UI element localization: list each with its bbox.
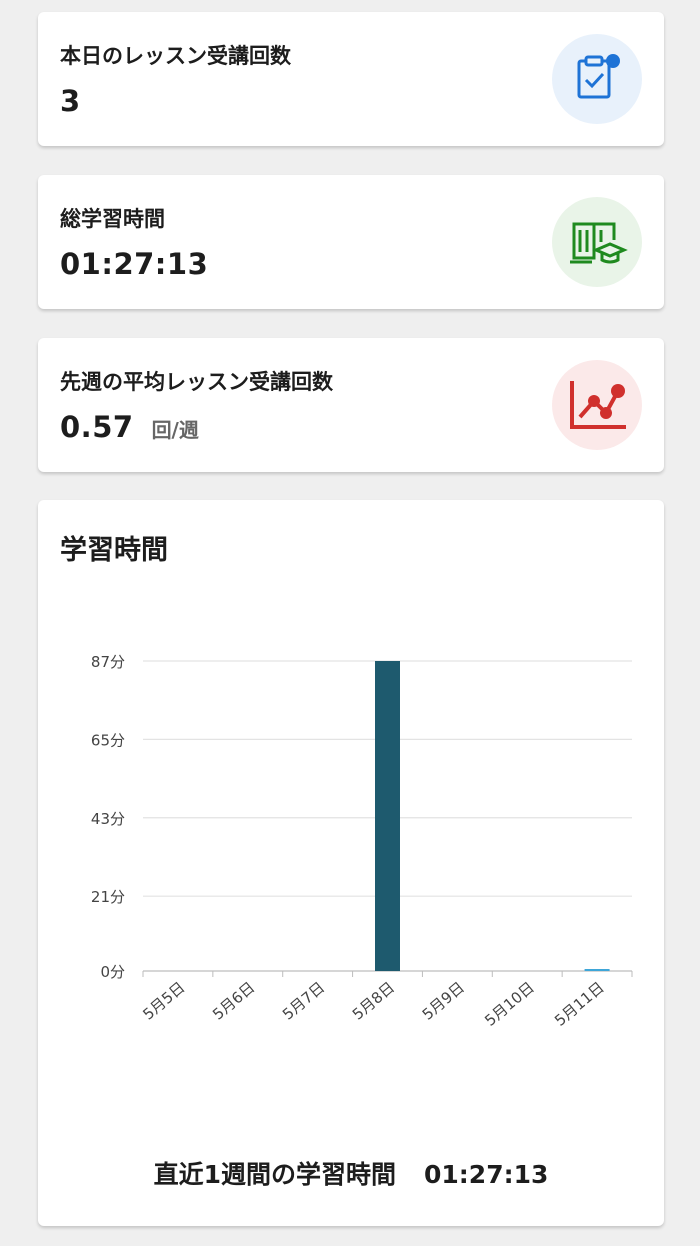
x-tick-label: 5月6日 [209,978,258,1023]
stat-value: 0.57 回/週 [60,410,199,444]
y-tick-label: 87分 [91,653,125,671]
x-tick-label: 5月10日 [481,978,537,1029]
book-graduation-icon [552,197,642,287]
stat-card-total-study-time: 総学習時間 01:27:13 [38,175,664,309]
bar [375,661,400,971]
x-tick-label: 5月9日 [419,978,468,1023]
bar [584,969,610,971]
y-tick-label: 0分 [100,963,125,981]
stat-card-lessons-today: 本日のレッスン受講回数 3 [38,12,664,146]
stat-value: 01:27:13 [60,247,209,281]
y-tick-label: 65分 [91,731,125,749]
x-tick-label: 5月8日 [349,978,398,1023]
stat-title: 総学習時間 [60,207,165,231]
footer-label: 直近1週間の学習時間 [153,1160,397,1189]
x-tick-label: 5月11日 [551,978,607,1029]
y-tick-label: 43分 [91,810,125,828]
line-chart-icon [552,360,642,450]
study-time-chart-card: 学習時間 0分 21分 43分 65分 87分 5月5日 5月6日 5月7日 5月8日 5月9日 5… [38,500,664,1226]
stat-title: 本日のレッスン受講回数 [60,44,291,68]
stat-value: 3 [60,84,81,118]
footer-value: 01:27:13 [424,1160,549,1189]
clipboard-check-icon [552,34,642,124]
x-tick-label: 5月5日 [139,978,188,1023]
y-tick-label: 21分 [91,888,125,906]
x-tick-label: 5月7日 [279,978,328,1023]
study-time-bar-chart: 0分 21分 43分 65分 87分 5月5日 5月6日 5月7日 5月8日 5月9日 5月10日 5… [91,653,633,1030]
stat-title: 先週の平均レッスン受講回数 [60,370,333,394]
stat-card-weekly-average: 先週の平均レッスン受講回数 0.57 回/週 [38,338,664,472]
stat-unit: 回/週 [151,418,199,442]
chart-footer: 直近1週間の学習時間 01:27:13 [38,1155,664,1191]
